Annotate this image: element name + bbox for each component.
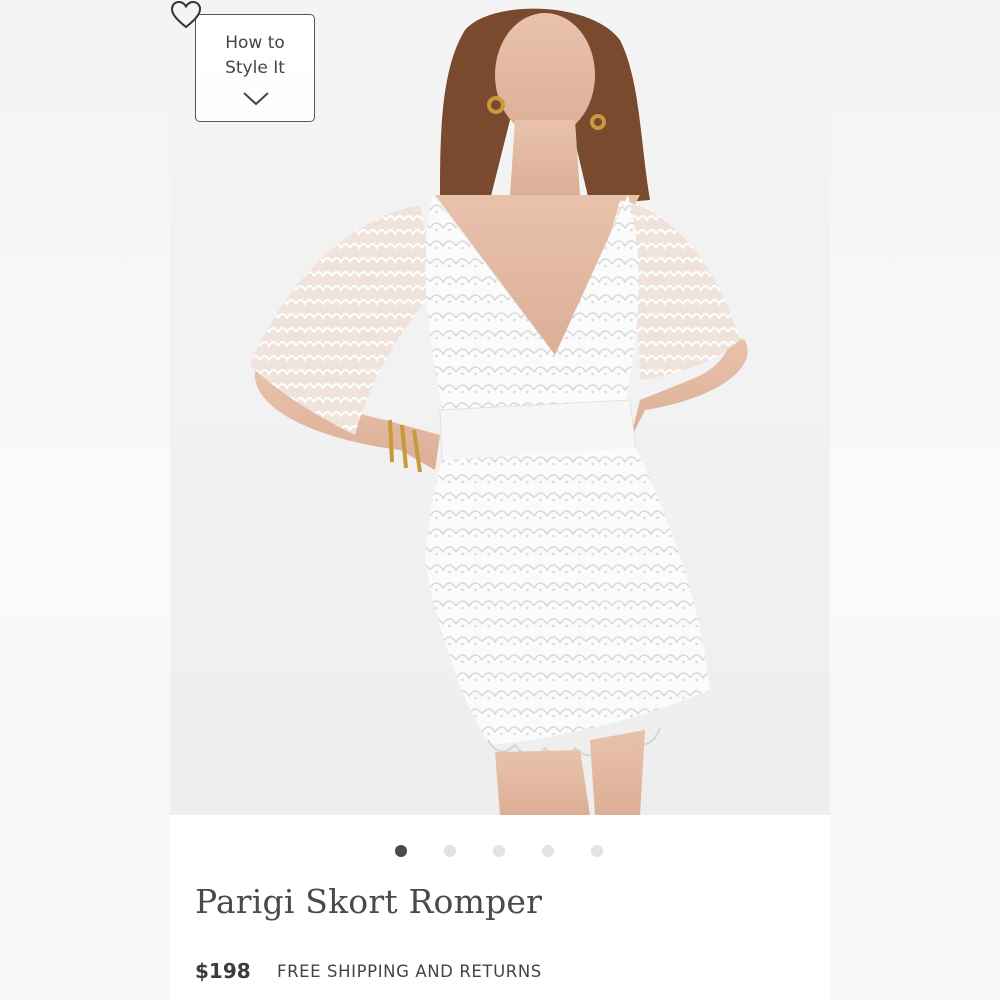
how-to-style-it-button[interactable]: How to Style It <box>195 14 315 122</box>
heart-outline-icon[interactable] <box>170 0 202 30</box>
product-card: How to Style It Parigi Skort Romper $198… <box>170 0 830 1000</box>
carousel-dot[interactable] <box>591 845 603 857</box>
carousel-dot[interactable] <box>493 845 505 857</box>
shipping-info: FREE SHIPPING AND RETURNS <box>277 962 542 981</box>
product-price: $198 <box>195 959 251 983</box>
background-right <box>830 0 1000 1000</box>
product-name: Parigi Skort Romper <box>195 882 543 921</box>
style-it-label-line1: How to <box>225 33 285 53</box>
chevron-down-icon <box>243 92 269 106</box>
background-left <box>0 0 170 1000</box>
carousel-dot[interactable] <box>542 845 554 857</box>
carousel-dot[interactable] <box>395 845 407 857</box>
carousel-pagination <box>170 843 830 859</box>
style-it-label-line2: Style It <box>225 58 285 78</box>
carousel-dot[interactable] <box>444 845 456 857</box>
product-image[interactable]: How to Style It <box>170 0 830 815</box>
model-photo-illustration <box>250 8 748 815</box>
